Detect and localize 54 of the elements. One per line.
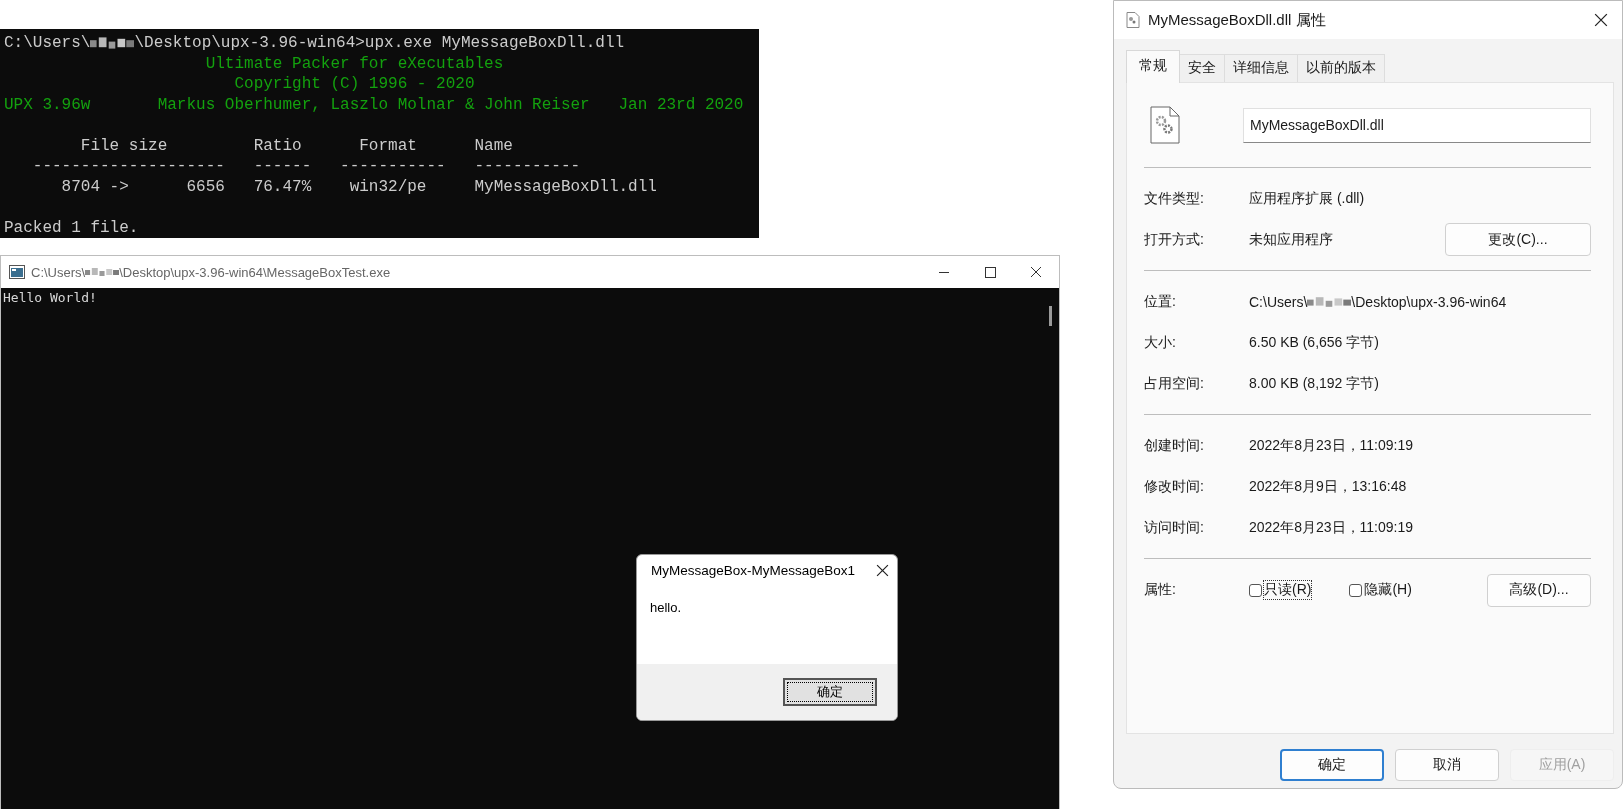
- property-value: 6.50 KB (6,656 字节): [1249, 333, 1379, 352]
- property-label: 大小:: [1144, 333, 1176, 350]
- close-icon[interactable]: [1594, 13, 1608, 27]
- tab[interactable]: 常规: [1126, 50, 1180, 83]
- property-value: C:\Users\: [1249, 293, 1308, 310]
- close-icon[interactable]: [876, 564, 889, 577]
- window-title: C:\Users\: [31, 264, 86, 280]
- terminal-line: C:\Users\: [4, 33, 91, 54]
- advanced-button[interactable]: 高级(D)...: [1487, 573, 1591, 607]
- window-title: \Desktop\upx-3.96-win64\MessageBoxTest.exe: [119, 264, 391, 280]
- dialog-button[interactable]: 取消: [1395, 749, 1499, 781]
- file-gear-icon: [1150, 106, 1180, 144]
- file-icon: [1126, 12, 1140, 28]
- ok-button[interactable]: 确定: [783, 678, 877, 706]
- pixelated-redaction: [85, 267, 120, 277]
- property-label: 创建时间:: [1144, 436, 1204, 453]
- property-label: 访问时间:: [1144, 518, 1204, 535]
- scrollbar-thumb[interactable]: [1049, 306, 1052, 326]
- property-label: 占用空间:: [1144, 374, 1204, 391]
- property-value: 2022年8月23日，11:09:19: [1249, 436, 1413, 455]
- property-label: 位置:: [1144, 292, 1176, 309]
- terminal-line: UPX 3.96w Markus Oberhumer, Laszlo Molnar & John Reiser Jan 23rd 2020: [4, 94, 744, 115]
- tab[interactable]: 以前的版本: [1297, 54, 1385, 82]
- property-value: 2022年8月23日，11:09:19: [1249, 518, 1413, 537]
- terminal-line: \Desktop\upx-3.96-win64>upx.exe MyMessageBoxDll.dll: [134, 33, 625, 54]
- property-value: 2022年8月9日，13:16:48: [1249, 477, 1407, 496]
- change-button[interactable]: 更改(C)...: [1445, 223, 1591, 256]
- dialog-button[interactable]: 确定: [1280, 749, 1384, 781]
- pixelated-redaction: [90, 36, 135, 51]
- checkbox[interactable]: 只读(R): [1249, 581, 1312, 599]
- dialog-title: MyMessageBox-MyMessageBox1: [651, 563, 856, 578]
- pixelated-redaction: [1307, 295, 1352, 308]
- property-value: 应用程序扩展 (.dll): [1249, 189, 1365, 208]
- terminal-line: -------------------- ------ ----------- -----------: [31, 156, 581, 177]
- property-label: 属性:: [1144, 581, 1176, 597]
- property-label: 修改时间:: [1144, 477, 1204, 494]
- checkbox[interactable]: 隐藏(H): [1349, 581, 1412, 599]
- terminal-line: Ultimate Packer for eXecutables: [204, 53, 504, 74]
- checkbox-box[interactable]: [1349, 583, 1363, 597]
- property-value: 8.00 KB (8,192 字节): [1249, 374, 1379, 393]
- terminal-line: File size Ratio Format Name: [79, 135, 513, 156]
- property-label: 打开方式:: [1144, 230, 1204, 247]
- property-value: \Desktop\upx-3.96-win64: [1351, 293, 1507, 310]
- checkbox-box[interactable]: [1249, 583, 1262, 597]
- property-value: 未知应用程序: [1249, 230, 1333, 249]
- console-output: Hello World!: [2, 289, 98, 307]
- terminal-line: Copyright (C) 1996 - 2020: [233, 74, 475, 95]
- terminal-line: Packed 1 file.: [4, 217, 139, 238]
- property-label: 文件类型:: [1144, 189, 1204, 206]
- message-text: hello.: [650, 600, 682, 615]
- file-name-field[interactable]: MyMessageBoxDll.dll: [1243, 107, 1591, 143]
- console-app-icon: [9, 265, 25, 279]
- terminal-line: 8704 -> 6656 76.47% win32/pe MyMessageBoxDll.dll: [60, 176, 657, 197]
- window-title: MyMessageBoxDll.dll 属性: [1148, 10, 1327, 30]
